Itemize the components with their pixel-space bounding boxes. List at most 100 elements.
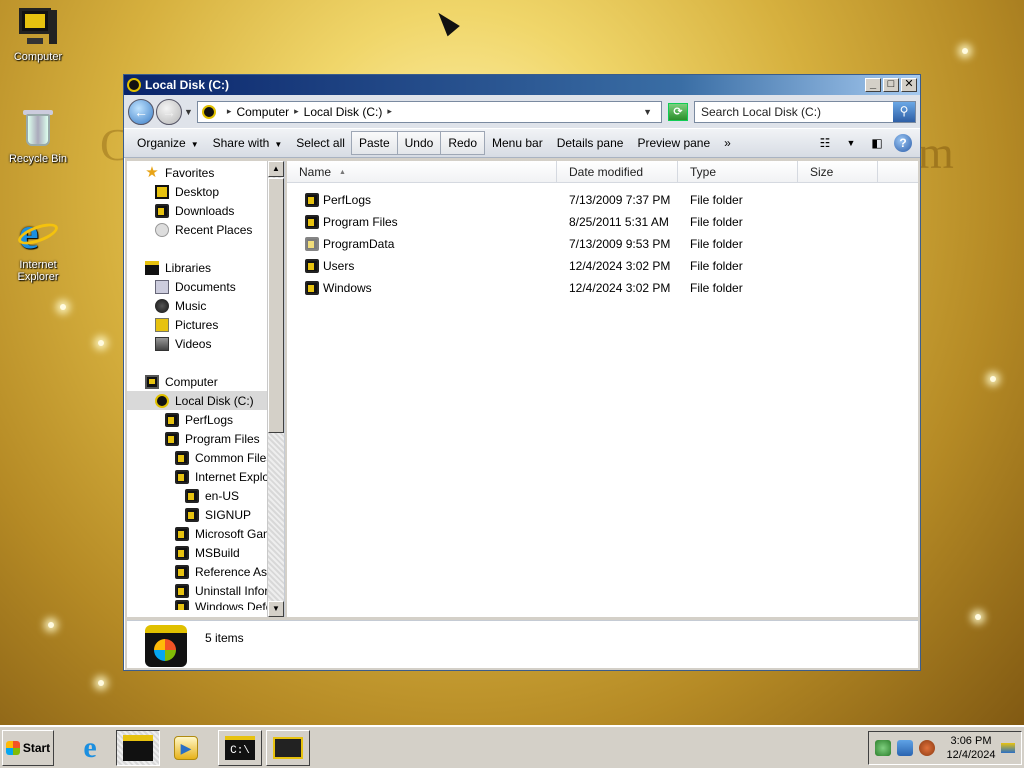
maximize-button[interactable]: □ <box>883 78 899 92</box>
nav-label: PerfLogs <box>185 412 234 427</box>
nav-label: Recent Places <box>175 222 253 237</box>
menu-bar-button[interactable]: Menu bar <box>485 132 550 154</box>
preview-pane-icon[interactable]: ◧ <box>866 133 888 153</box>
nav-item-uninstall-information[interactable]: Uninstall Information <box>127 581 267 600</box>
table-row[interactable]: PerfLogs 7/13/2009 7:37 PM File folder <box>287 189 918 211</box>
nav-item-favorites[interactable]: ★ Favorites <box>127 163 267 182</box>
nav-item-pictures[interactable]: Pictures <box>127 315 267 334</box>
search-input[interactable]: Search Local Disk (C:) <box>701 105 893 119</box>
title-bar[interactable]: Local Disk (C:) _ □ ✕ <box>124 75 920 95</box>
nav-label: Windows Defender <box>195 600 267 610</box>
chevron-right-icon[interactable]: ▸ <box>227 106 232 117</box>
nav-item-windows-defender[interactable]: Windows Defender <box>127 600 267 610</box>
nav-item-program-files[interactable]: Program Files <box>127 429 267 448</box>
nav-item-signup[interactable]: SIGNUP <box>127 505 267 524</box>
scroll-down-icon[interactable]: ▼ <box>268 601 284 617</box>
navigation-scrollbar[interactable]: ▲ ▼ <box>267 161 284 617</box>
nav-item-local-disk[interactable]: Local Disk (C:) <box>127 391 267 410</box>
explorer-folder-icon <box>123 734 153 761</box>
internet-explorer-icon: e <box>15 212 61 256</box>
folder-icon <box>185 507 199 522</box>
column-header-type[interactable]: Type <box>678 161 798 183</box>
table-row[interactable]: Users 12/4/2024 3:02 PM File folder <box>287 255 918 277</box>
show-desktop-icon[interactable] <box>1001 742 1015 753</box>
preview-pane-button[interactable]: Preview pane <box>630 132 717 154</box>
nav-item-desktop[interactable]: Desktop <box>127 182 267 201</box>
help-button[interactable]: ? <box>892 133 914 153</box>
more-commands-button[interactable]: » <box>717 132 738 154</box>
paste-button[interactable]: Paste <box>350 131 398 155</box>
nav-item-downloads[interactable]: Downloads <box>127 201 267 220</box>
taskbar-windows-explorer[interactable] <box>116 729 160 766</box>
media-player-icon: ▶ <box>174 735 198 760</box>
taskbar-command-prompt[interactable]: C:\ <box>218 729 262 766</box>
undo-button[interactable]: Undo <box>396 131 442 155</box>
refresh-button[interactable]: ⟳ <box>668 102 688 121</box>
nav-item-libraries[interactable]: Libraries <box>127 258 267 277</box>
taskbar-app[interactable] <box>266 729 310 766</box>
file-list-pane: Name ▲ Date modified Type Size PerfLogs 7… <box>287 161 918 617</box>
desktop-icon-internet-explorer[interactable]: e Internet Explorer <box>0 212 76 283</box>
windows-logo-icon <box>154 639 176 661</box>
select-all-button[interactable]: Select all <box>289 132 352 154</box>
column-label: Type <box>690 165 717 179</box>
details-pane-button[interactable]: Details pane <box>550 132 631 154</box>
nav-item-computer[interactable]: Computer <box>127 372 267 391</box>
action-center-icon[interactable] <box>875 739 891 756</box>
column-header-date-modified[interactable]: Date modified <box>557 161 678 183</box>
address-bar[interactable]: ▸ Computer ▸ Local Disk (C:) ▸ ▼ <box>196 100 662 123</box>
nav-item-internet-explorer[interactable]: Internet Explorer <box>127 467 267 486</box>
column-header-name[interactable]: Name ▲ <box>287 161 557 183</box>
search-box[interactable]: Search Local Disk (C:) ⚲ <box>694 100 916 123</box>
nav-item-msbuild[interactable]: MSBuild <box>127 543 267 562</box>
taskbar-media-player[interactable]: ▶ <box>164 730 208 766</box>
desktop-icon-label: Recycle Bin <box>8 153 68 165</box>
folder-icon <box>305 193 319 207</box>
nav-label: Documents <box>175 279 236 294</box>
start-button[interactable]: Start <box>2 729 54 766</box>
volume-icon[interactable] <box>919 739 935 756</box>
file-name: Users <box>323 259 355 273</box>
nav-item-microsoft-games[interactable]: Microsoft Games <box>127 524 267 543</box>
table-row[interactable]: Program Files 8/25/2011 5:31 AM File fol… <box>287 211 918 233</box>
nav-item-recent-places[interactable]: Recent Places <box>127 220 267 239</box>
chevron-right-icon[interactable]: ▸ <box>294 106 299 117</box>
nav-label: Program Files <box>185 431 260 446</box>
nav-item-videos[interactable]: Videos <box>127 334 267 353</box>
nav-item-en-us[interactable]: en-US <box>127 486 267 505</box>
nav-item-common-files[interactable]: Common Files <box>127 448 267 467</box>
nav-item-perflogs[interactable]: PerfLogs <box>127 410 267 429</box>
view-options-icon[interactable]: ☷ <box>814 133 836 153</box>
desktop-icon-computer[interactable]: Computer <box>0 6 76 63</box>
forward-arrow-icon: → <box>162 103 176 120</box>
view-dropdown-icon[interactable]: ▼ <box>840 133 862 153</box>
network-icon[interactable] <box>897 739 913 756</box>
back-button[interactable]: ← <box>128 98 154 125</box>
desktop-icon-recycle-bin[interactable]: Recycle Bin <box>0 108 76 165</box>
breadcrumb-local-disk[interactable]: Local Disk (C:) <box>304 105 383 119</box>
forward-button[interactable]: → <box>156 98 182 125</box>
chevron-right-icon[interactable]: ▸ <box>387 106 392 117</box>
search-icon[interactable]: ⚲ <box>893 101 915 122</box>
table-row[interactable]: Windows 12/4/2024 3:02 PM File folder <box>287 277 918 299</box>
address-dropdown-icon[interactable]: ▼ <box>643 107 652 117</box>
scroll-up-icon[interactable]: ▲ <box>268 161 284 177</box>
folder-icon <box>185 488 199 503</box>
clock[interactable]: 3:06 PM 12/4/2024 <box>941 734 1001 762</box>
share-with-button[interactable]: Share with ▼ <box>206 132 290 154</box>
nav-item-music[interactable]: Music <box>127 296 267 315</box>
recent-pages-dropdown[interactable]: ▼ <box>184 107 193 117</box>
close-button[interactable]: ✕ <box>901 78 917 92</box>
taskbar-internet-explorer[interactable]: e <box>68 730 112 766</box>
nav-item-reference-assemblies[interactable]: Reference Assemblies <box>127 562 267 581</box>
sparkle <box>60 304 66 310</box>
scrollbar-thumb[interactable] <box>268 178 284 433</box>
column-header-size[interactable]: Size <box>798 161 878 183</box>
details-status-bar: 5 items <box>127 620 918 668</box>
redo-button[interactable]: Redo <box>440 131 486 155</box>
nav-item-documents[interactable]: Documents <box>127 277 267 296</box>
breadcrumb-computer[interactable]: Computer <box>236 105 289 119</box>
table-row[interactable]: ProgramData 7/13/2009 9:53 PM File folde… <box>287 233 918 255</box>
organize-button[interactable]: Organize ▼ <box>130 132 206 154</box>
minimize-button[interactable]: _ <box>865 78 881 92</box>
